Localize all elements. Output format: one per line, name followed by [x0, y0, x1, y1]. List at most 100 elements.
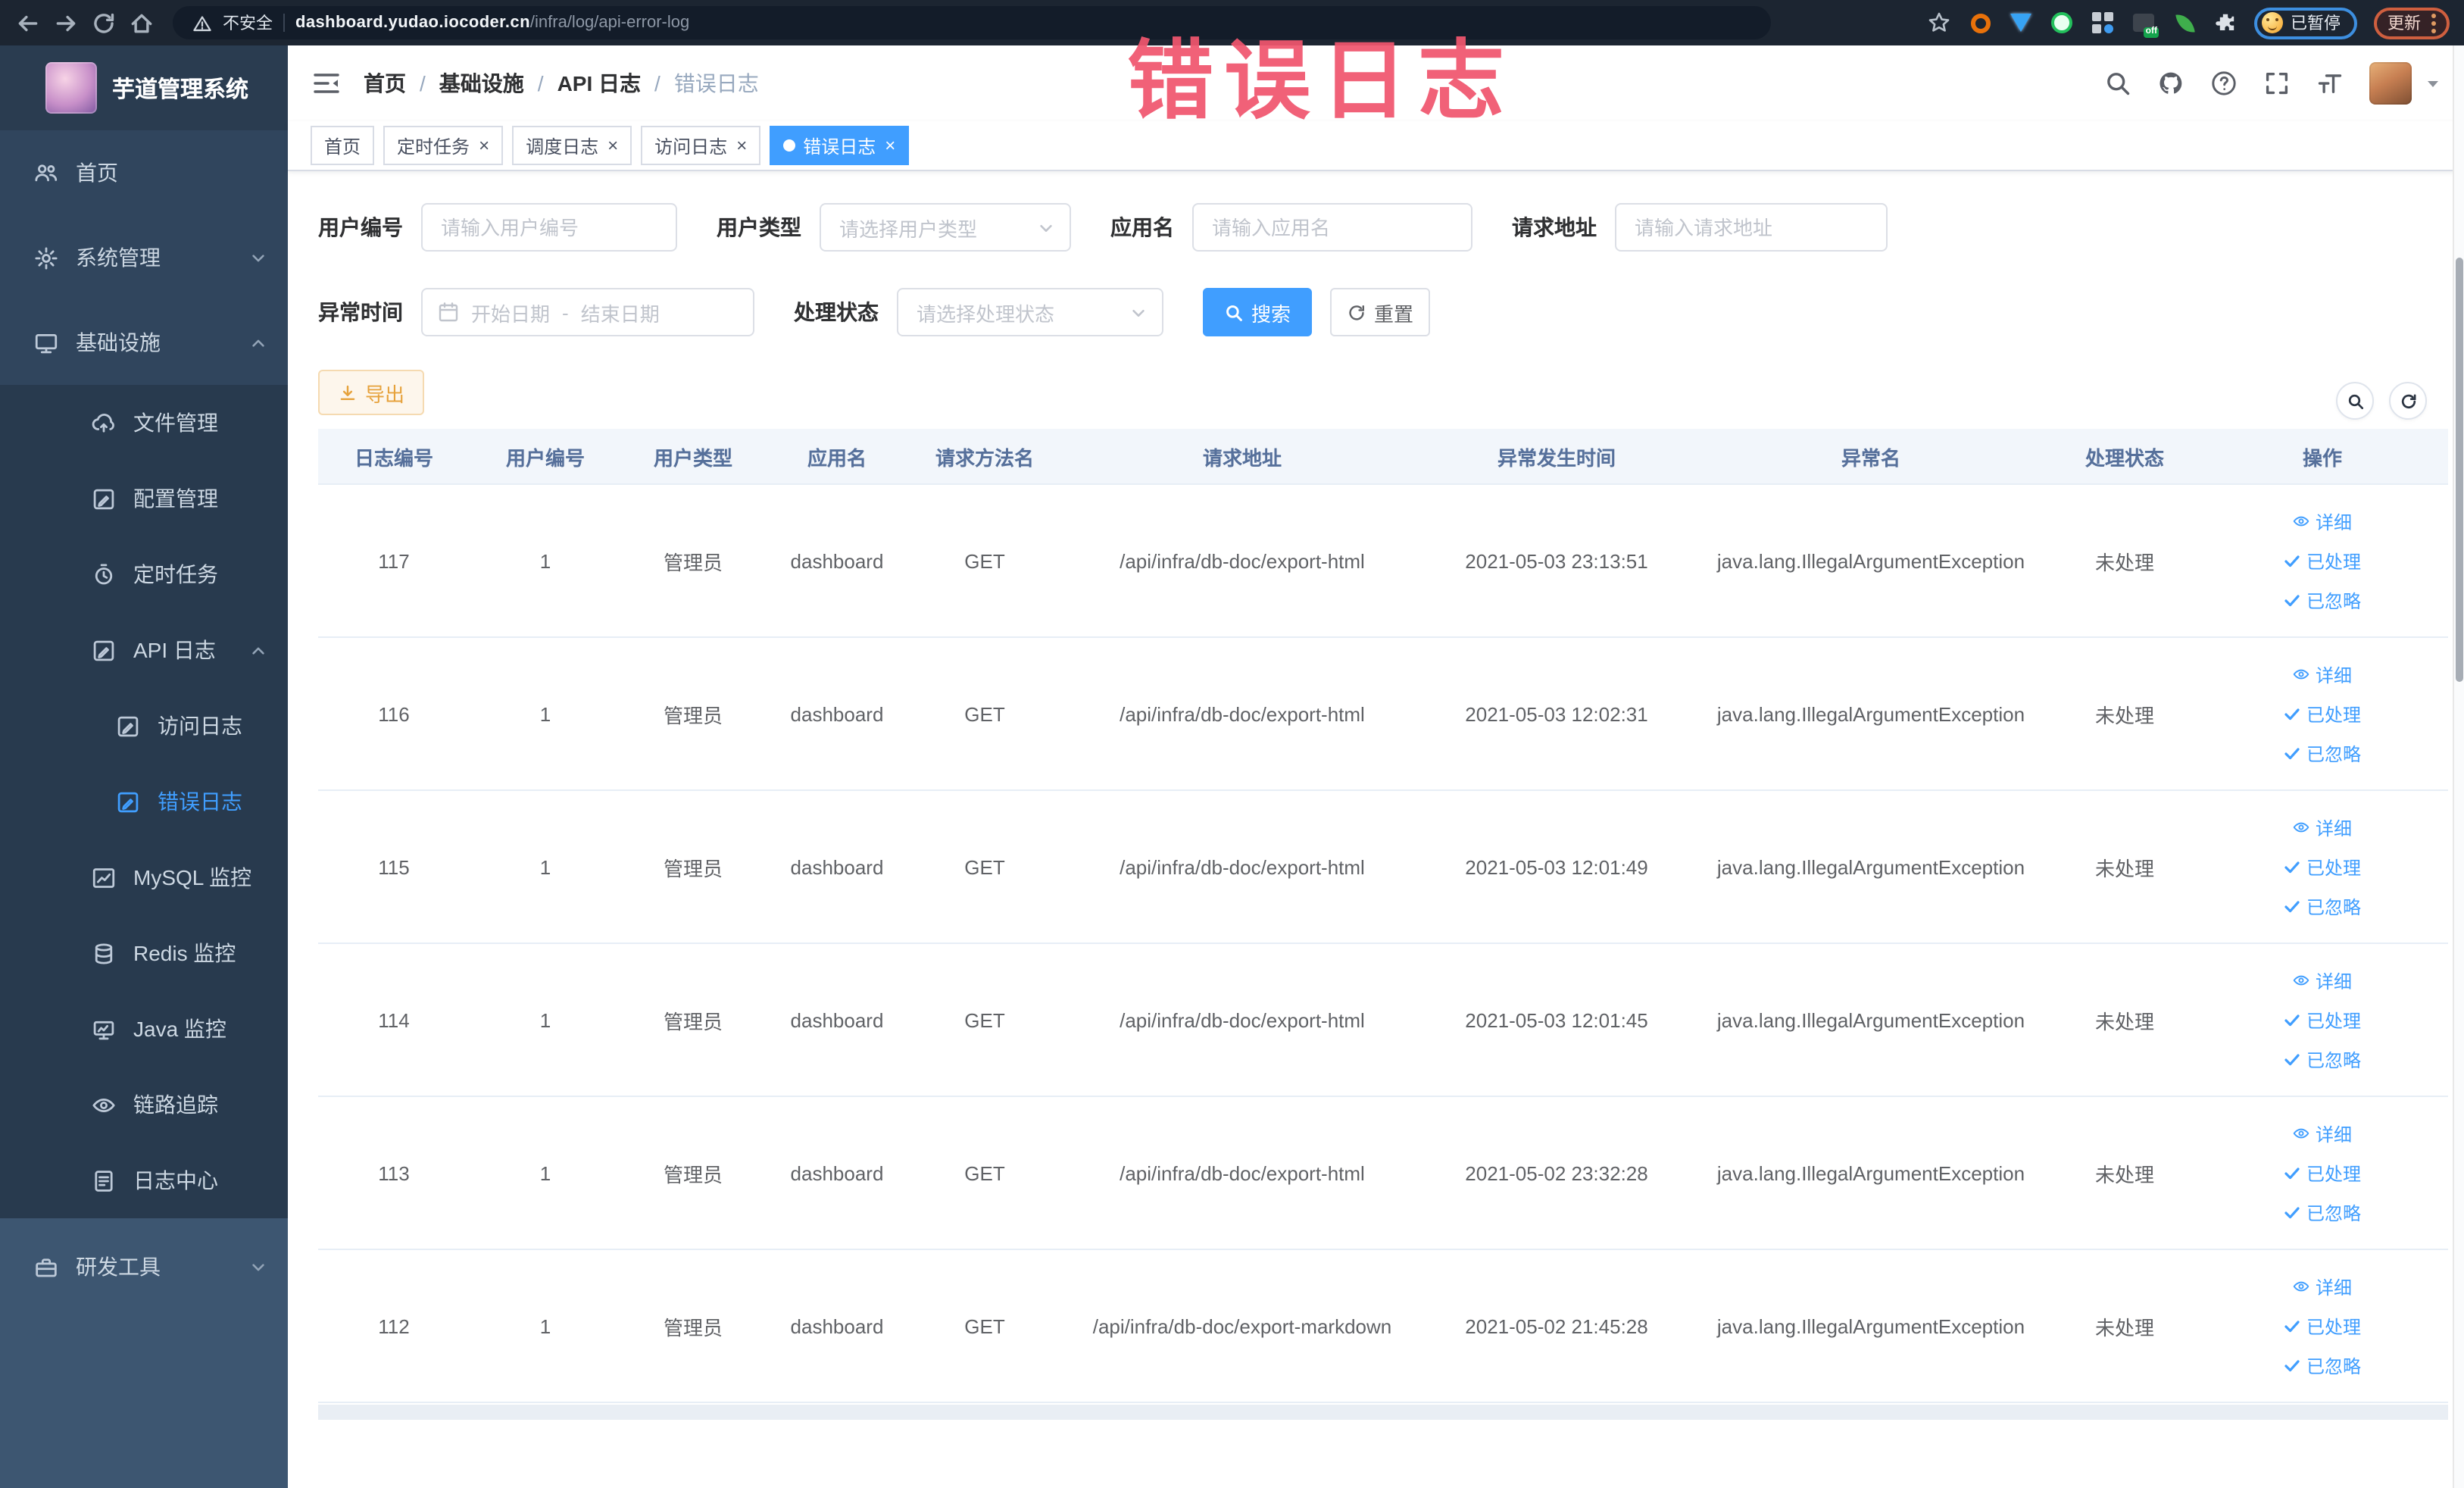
- address-bar[interactable]: 不安全 dashboard.yudao.iocoder.cn/infra/log…: [173, 6, 1771, 39]
- sidebar-item-首页[interactable]: 首页: [0, 130, 288, 215]
- hamburger-icon[interactable]: [312, 71, 341, 95]
- close-icon[interactable]: ×: [885, 136, 895, 155]
- process-status-select[interactable]: 请选择处理状态: [897, 288, 1163, 336]
- update-label: 更新: [2387, 15, 2421, 33]
- sidebar-item-链路追踪[interactable]: 链路追踪: [0, 1067, 288, 1143]
- security-label[interactable]: 不安全: [223, 11, 273, 35]
- update-button[interactable]: 更新: [2374, 7, 2450, 39]
- sidebar-logo-row[interactable]: 芋道管理系统: [0, 45, 288, 130]
- breadcrumb-item[interactable]: 首页: [364, 68, 406, 98]
- search-icon[interactable]: [2104, 70, 2131, 97]
- date-range-picker[interactable]: 开始日期 - 结束日期: [421, 288, 754, 336]
- sidebar-item-api-日志[interactable]: API 日志: [0, 612, 288, 688]
- sidebar-item-配置管理[interactable]: 配置管理: [0, 461, 288, 536]
- breadcrumb-separator: /: [654, 71, 661, 95]
- breadcrumb-item[interactable]: API 日志: [557, 68, 641, 98]
- scrollbar-thumb[interactable]: [2456, 258, 2463, 682]
- action-label: 已处理: [2306, 857, 2361, 878]
- breadcrumb-item[interactable]: 基础设施: [439, 68, 524, 98]
- action-已处理[interactable]: 已处理: [2284, 701, 2361, 727]
- browser-home-icon[interactable]: [129, 10, 155, 36]
- tag-view-tab-错误日志[interactable]: 错误日志 ×: [770, 126, 910, 165]
- action-已忽略[interactable]: 已忽略: [2284, 1199, 2361, 1225]
- filter-app-name: 应用名: [1110, 203, 1472, 252]
- action-已忽略[interactable]: 已忽略: [2284, 1046, 2361, 1072]
- action-已忽略[interactable]: 已忽略: [2284, 1352, 2361, 1378]
- row-actions: 详细 已处理 已忽略: [2197, 968, 2448, 1072]
- sidebar-item-研发工具[interactable]: 研发工具: [0, 1224, 288, 1309]
- tag-view-tab-定时任务[interactable]: 定时任务 ×: [383, 126, 504, 165]
- grid-extension-icon[interactable]: [2091, 11, 2115, 35]
- sidebar-bottom-section: 研发工具: [0, 1218, 288, 1488]
- tag-view-tab-访问日志[interactable]: 访问日志 ×: [641, 126, 761, 165]
- action-已处理[interactable]: 已处理: [2284, 854, 2361, 880]
- bookmark-star-icon[interactable]: [1927, 11, 1951, 35]
- action-已处理[interactable]: 已处理: [2284, 548, 2361, 574]
- browser-back-icon[interactable]: [15, 10, 41, 36]
- action-已忽略[interactable]: 已忽略: [2284, 893, 2361, 919]
- github-icon[interactable]: [2157, 70, 2184, 97]
- help-icon[interactable]: [2210, 70, 2238, 97]
- extensions-puzzle-icon[interactable]: [2213, 11, 2238, 35]
- fullscreen-icon[interactable]: [2263, 70, 2291, 97]
- top-navbar: 首页 / 基础设施 / API 日志 / 错误日志: [288, 45, 2464, 121]
- sidebar-item-错误日志[interactable]: 错误日志: [0, 764, 288, 839]
- sidebar-item-文件管理[interactable]: 文件管理: [0, 385, 288, 461]
- browser-reload-icon[interactable]: [91, 10, 117, 36]
- action-已处理[interactable]: 已处理: [2284, 1313, 2361, 1339]
- action-已处理[interactable]: 已处理: [2284, 1007, 2361, 1033]
- refresh-table-button[interactable]: [2389, 382, 2427, 420]
- avatar-caret-icon[interactable]: [2425, 76, 2441, 91]
- action-label: 详细: [2315, 511, 2352, 533]
- profile-paused-pill[interactable]: 已暂停: [2254, 7, 2357, 39]
- font-size-icon[interactable]: [2316, 70, 2344, 97]
- chevron-down-icon: [1130, 304, 1147, 320]
- kebab-menu-icon[interactable]: [2431, 13, 2436, 33]
- off-badge-extension-icon[interactable]: off: [2131, 11, 2159, 38]
- orange-ring-extension-icon[interactable]: [1968, 11, 1992, 35]
- search-button[interactable]: 搜索: [1203, 288, 1312, 336]
- action-详细[interactable]: 详细: [2293, 1274, 2352, 1299]
- tag-view-tab-首页[interactable]: 首页: [311, 126, 375, 165]
- sidebar-item-mysql-监控[interactable]: MySQL 监控: [0, 839, 288, 915]
- leaf-extension-icon[interactable]: [2172, 11, 2197, 35]
- user-id-input[interactable]: [421, 203, 677, 252]
- action-详细[interactable]: 详细: [2293, 508, 2352, 534]
- sidebar-item-日志中心[interactable]: 日志中心: [0, 1143, 288, 1218]
- app-name-input[interactable]: [1192, 203, 1472, 252]
- action-详细[interactable]: 详细: [2293, 814, 2352, 840]
- blue-shield-extension-icon[interactable]: [2009, 11, 2033, 35]
- green-check-extension-icon[interactable]: [2050, 11, 2074, 35]
- browser-forward-icon[interactable]: [53, 10, 79, 36]
- page-scrollbar[interactable]: [2453, 45, 2464, 1488]
- close-icon[interactable]: ×: [736, 136, 747, 155]
- sidebar-item-系统管理[interactable]: 系统管理: [0, 215, 288, 300]
- close-icon[interactable]: ×: [479, 136, 489, 155]
- sidebar-item-redis-监控[interactable]: Redis 监控: [0, 915, 288, 991]
- action-详细[interactable]: 详细: [2293, 661, 2352, 687]
- sidebar-item-基础设施[interactable]: 基础设施: [0, 300, 288, 385]
- user-type-select[interactable]: 请选择用户类型: [820, 203, 1071, 252]
- request-url-input[interactable]: [1615, 203, 1888, 252]
- sidebar-item-java-监控[interactable]: Java 监控: [0, 991, 288, 1067]
- column-header: 用户编号: [505, 446, 585, 469]
- action-详细[interactable]: 详细: [2293, 968, 2352, 993]
- user-avatar[interactable]: [2369, 62, 2412, 105]
- action-已处理[interactable]: 已处理: [2284, 1160, 2361, 1186]
- reset-button[interactable]: 重置: [1330, 288, 1430, 336]
- download-icon: [338, 383, 358, 402]
- tag-view-tab-调度日志[interactable]: 调度日志 ×: [512, 126, 632, 165]
- action-已忽略[interactable]: 已忽略: [2284, 740, 2361, 766]
- url-text[interactable]: dashboard.yudao.iocoder.cn/infra/log/api…: [295, 14, 689, 32]
- toggle-search-button[interactable]: [2336, 382, 2374, 420]
- action-已忽略[interactable]: 已忽略: [2284, 587, 2361, 613]
- action-详细[interactable]: 详细: [2293, 1121, 2352, 1146]
- sidebar-item-访问日志[interactable]: 访问日志: [0, 688, 288, 764]
- export-button[interactable]: 导出: [318, 370, 424, 415]
- sidebar-item-定时任务[interactable]: 定时任务: [0, 536, 288, 612]
- reset-button-label: 重置: [1373, 302, 1413, 325]
- table-row: 114 1 管理员 dashboard GET /api/infra/db-do…: [318, 944, 2448, 1097]
- breadcrumb-item: 错误日志: [673, 71, 759, 95]
- close-icon[interactable]: ×: [607, 136, 618, 155]
- filter-user-id: 用户编号: [318, 203, 677, 252]
